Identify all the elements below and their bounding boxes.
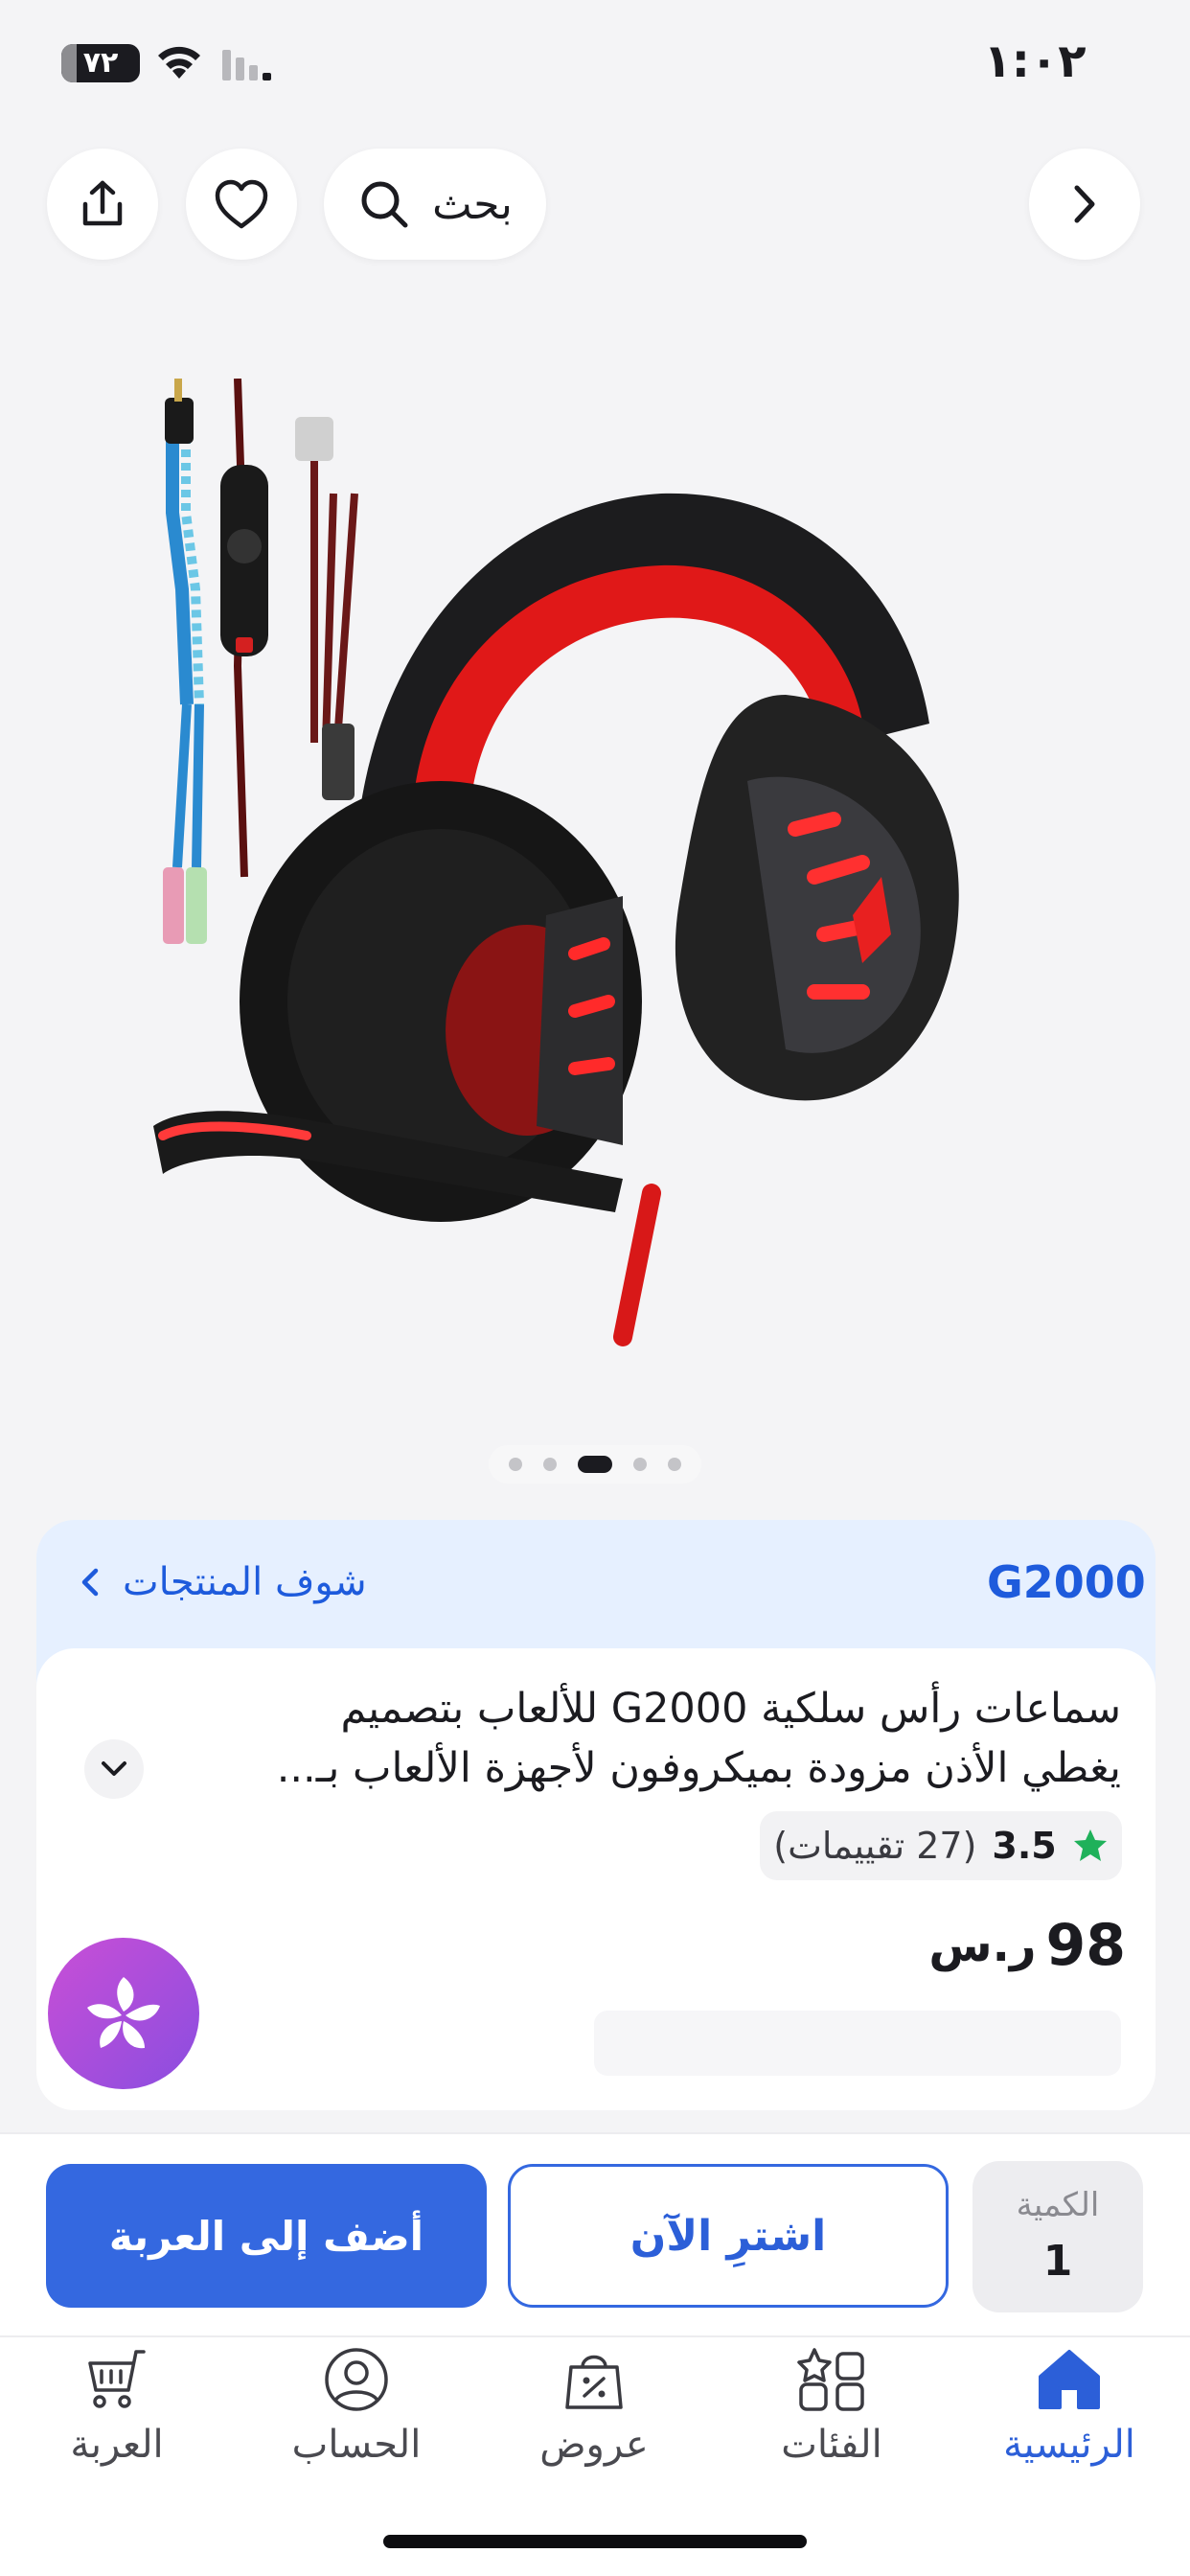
offers-bag-icon xyxy=(565,2355,623,2409)
tab-categories[interactable]: الفئات xyxy=(726,2346,937,2490)
favorite-button[interactable] xyxy=(186,149,297,260)
rating-value: 3.5 xyxy=(992,1825,1057,1867)
account-icon xyxy=(325,2348,388,2411)
pager-dot[interactable] xyxy=(668,1458,681,1471)
tab-cart[interactable]: العربة xyxy=(11,2346,222,2490)
tab-offers[interactable]: عروض xyxy=(489,2346,699,2490)
cart-icon xyxy=(88,2350,146,2408)
tab-categories-label: الفئات xyxy=(781,2423,882,2467)
brand-name[interactable]: G2000 xyxy=(987,1552,1146,1612)
tab-account[interactable]: الحساب xyxy=(251,2346,462,2490)
image-pager[interactable] xyxy=(489,1445,701,1484)
home-indicator xyxy=(383,2535,807,2548)
categories-icon xyxy=(797,2348,864,2411)
battery-indicator: ٧٢ xyxy=(61,44,140,82)
product-price: ر.س 98 xyxy=(928,1907,1127,1984)
home-icon xyxy=(1039,2350,1100,2409)
search-button[interactable]: بحث xyxy=(324,149,546,260)
see-products-link[interactable]: شوف المنتجات xyxy=(77,1551,402,1614)
heart-icon xyxy=(215,179,268,229)
share-button[interactable] xyxy=(47,149,158,260)
rating-summary[interactable]: 3.5 (27 تقييمات) xyxy=(760,1811,1122,1880)
assistant-button[interactable] xyxy=(48,1938,199,2089)
tab-offers-label: عروض xyxy=(539,2423,649,2467)
product-title-line-1: سماعات رأس سلكية G2000 للألعاب بتصميم xyxy=(340,1685,1121,1733)
flower-logo-icon xyxy=(87,1977,160,2049)
tab-home[interactable]: الرئيسية xyxy=(964,2346,1175,2490)
see-products-label: شوف المنتجات xyxy=(123,1560,367,1604)
pager-dot[interactable] xyxy=(509,1458,522,1471)
pager-dot[interactable] xyxy=(543,1458,557,1471)
product-image[interactable] xyxy=(125,379,1064,1351)
back-button[interactable] xyxy=(1029,149,1140,260)
search-icon xyxy=(361,181,408,228)
battery-level: ٧٢ xyxy=(82,46,119,80)
tab-account-label: الحساب xyxy=(291,2423,422,2467)
star-icon xyxy=(1073,1829,1107,1861)
rating-count: (27 تقييمات) xyxy=(773,1825,977,1867)
pager-dot-active[interactable] xyxy=(578,1456,612,1473)
share-icon xyxy=(82,180,123,226)
tab-home-label: الرئيسية xyxy=(1003,2423,1135,2467)
price-value: 98 xyxy=(1045,1912,1127,1979)
pager-dot[interactable] xyxy=(633,1458,647,1471)
currency-symbol: ر.س xyxy=(928,1919,1037,1972)
product-title-line-2: يغطي الأذن مزودة بميكروفون لأجهزة الألعا… xyxy=(276,1744,1121,1792)
wifi-icon xyxy=(158,46,200,79)
search-label: بحث xyxy=(432,179,513,229)
quantity-value[interactable]: 1 xyxy=(973,2233,1143,2290)
add-to-cart-button[interactable]: أضف إلى العربة xyxy=(46,2164,487,2308)
cellular-signal-icon xyxy=(222,50,271,80)
promo-placeholder xyxy=(594,2011,1121,2076)
chevron-right-icon xyxy=(1074,185,1095,223)
buy-now-button[interactable]: اشترِ الآن xyxy=(508,2164,949,2308)
tab-cart-label: العربة xyxy=(70,2423,164,2467)
chevron-left-icon xyxy=(81,1568,99,1597)
chevron-down-icon xyxy=(102,1761,126,1776)
headset-illustration xyxy=(153,493,959,1346)
expand-title-button[interactable] xyxy=(84,1739,144,1799)
quantity-label: الكمية xyxy=(1016,2186,1100,2224)
status-time: ١:٠٢ xyxy=(983,34,1087,88)
